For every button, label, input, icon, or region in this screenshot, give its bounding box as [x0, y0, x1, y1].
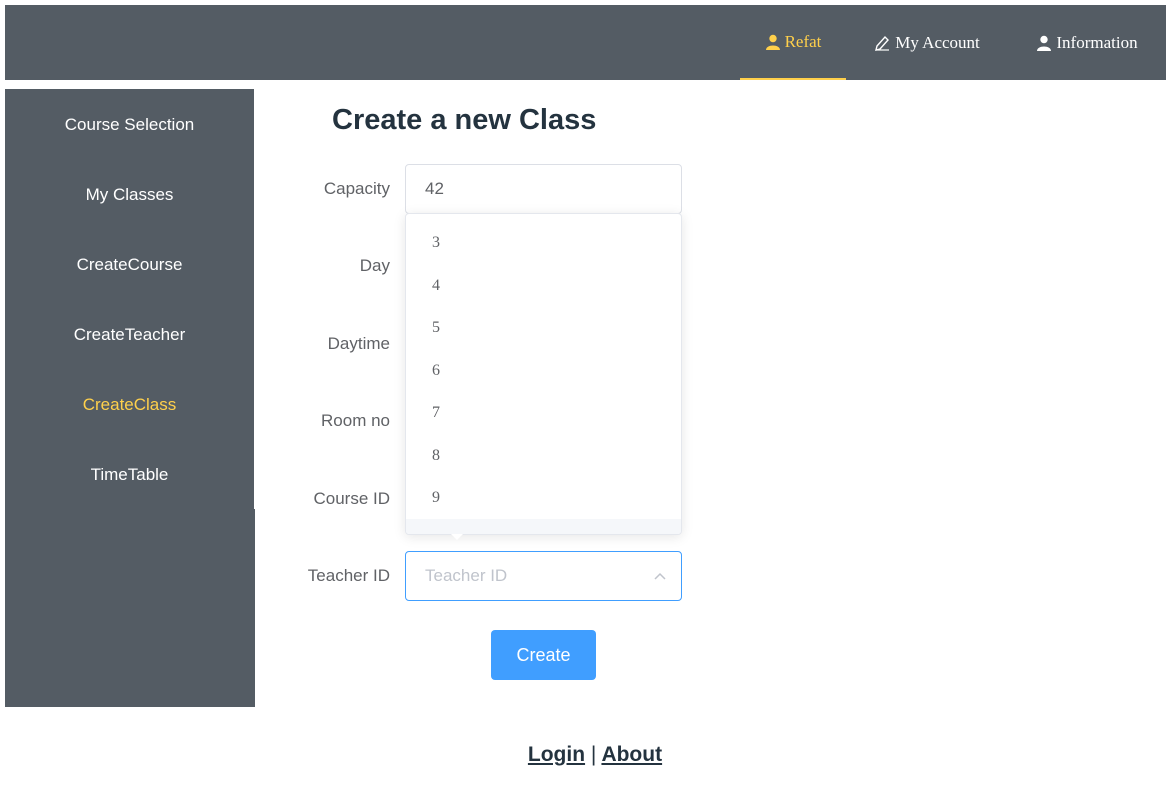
- footer: Login | About: [0, 743, 1166, 767]
- sidebar-item-create-teacher[interactable]: CreateTeacher: [5, 300, 254, 370]
- sidebar-item-create-course[interactable]: CreateCourse: [5, 230, 254, 300]
- user-icon: [1037, 35, 1052, 51]
- top-navbar: Refat My Account Information: [5, 5, 1166, 80]
- user-icon: [765, 34, 780, 50]
- sidebar-item-timetable[interactable]: TimeTable: [5, 440, 254, 510]
- dropdown-option-label: 3: [432, 234, 440, 251]
- course-id-label: Course ID: [313, 489, 390, 508]
- footer-separator: |: [590, 743, 597, 766]
- dropdown-option[interactable]: 9: [406, 477, 681, 519]
- dropdown-option-label: 5: [432, 319, 440, 336]
- teacher-id-placeholder: Teacher ID: [425, 566, 508, 585]
- room-label: Room no: [321, 411, 390, 430]
- dropdown-option[interactable]: 3: [406, 222, 681, 264]
- nav-item-user[interactable]: Refat: [740, 5, 846, 80]
- teacher-id-label: Teacher ID: [307, 566, 390, 585]
- capacity-dropdown[interactable]: 3 4 5 6 7 8 9: [405, 213, 682, 535]
- nav-item-label: Information: [1056, 32, 1138, 52]
- about-link[interactable]: About: [601, 743, 662, 766]
- daytime-label: Daytime: [327, 334, 390, 353]
- teacher-id-select[interactable]: Teacher ID: [405, 551, 682, 601]
- nav-item-information[interactable]: Information: [1020, 5, 1154, 80]
- dropdown-option-label: 9: [432, 489, 440, 506]
- capacity-value: 42: [425, 179, 444, 198]
- chevron-up-icon: [654, 572, 666, 580]
- login-link[interactable]: Login: [528, 743, 585, 766]
- sidebar-item-label: CreateCourse: [76, 255, 183, 274]
- sidebar-filler: [5, 509, 255, 707]
- dropdown-option-highlighted[interactable]: [406, 519, 681, 534]
- create-button[interactable]: Create: [491, 630, 596, 680]
- sidebar-item-label: Course Selection: [64, 115, 195, 134]
- sidebar-item-label: CreateTeacher: [73, 325, 186, 344]
- sidebar-item-label: TimeTable: [90, 465, 169, 484]
- pencil-icon: [875, 35, 890, 51]
- dropdown-option[interactable]: 5: [406, 307, 681, 349]
- nav-item-label: My Account: [895, 32, 980, 52]
- sidebar-item-course-selection[interactable]: Course Selection: [5, 90, 254, 160]
- nav-item-label: Refat: [784, 31, 822, 51]
- sidebar-item-create-class[interactable]: CreateClass: [5, 370, 254, 440]
- dropdown-arrow: [451, 534, 463, 540]
- dropdown-option[interactable]: 4: [406, 265, 681, 307]
- day-label: Day: [359, 256, 390, 275]
- sidebar-item-label: My Classes: [85, 185, 174, 204]
- dropdown-option[interactable]: 7: [406, 392, 681, 434]
- capacity-label: Capacity: [323, 179, 390, 198]
- dropdown-option-label: 6: [432, 362, 440, 379]
- dropdown-option-label: 8: [432, 447, 440, 464]
- sidebar-item-my-classes[interactable]: My Classes: [5, 160, 254, 230]
- sidebar-item-label: CreateClass: [82, 395, 177, 414]
- capacity-input[interactable]: 42: [405, 164, 682, 214]
- dropdown-option[interactable]: 8: [406, 435, 681, 477]
- dropdown-option[interactable]: 6: [406, 350, 681, 392]
- page-title: Create a new Class: [332, 104, 597, 136]
- dropdown-option-label: 4: [432, 277, 440, 294]
- dropdown-option-label: 7: [432, 404, 440, 421]
- nav-item-my-account[interactable]: My Account: [862, 5, 992, 80]
